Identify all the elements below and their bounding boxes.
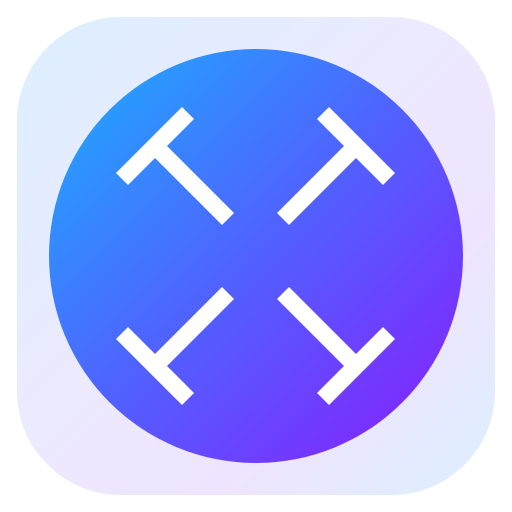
app-icon[interactable] [17, 17, 495, 495]
expand-arrows-icon [49, 49, 463, 463]
circle-background [49, 49, 463, 463]
